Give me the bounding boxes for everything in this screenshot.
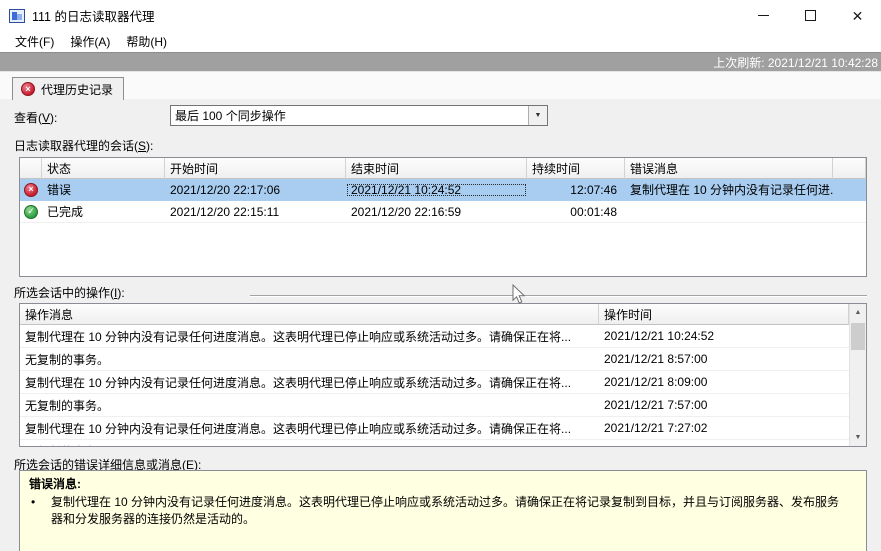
log-reader-agent-window: 111 的日志读取器代理 ✕ 文件(F) 操作(A) 帮助(H) 上次刷新: 2… [0,0,881,551]
close-icon: ✕ [851,7,864,24]
success-icon: ✓ [24,204,38,219]
column-header[interactable]: 开始时间 [165,158,346,179]
scroll-up-icon[interactable]: ▲ [850,304,866,321]
operations-header: 操作消息 操作时间 [20,304,866,325]
action-time: 2021/12/21 8:09:00 [604,375,708,389]
view-label: 查看(V): [14,111,58,125]
session-duration: 00:01:48 [570,204,617,219]
window-controls: ✕ [740,0,881,31]
sessions-table: 状态 开始时间 结束时间 持续时间 错误消息 × 错误 2021/12/20 22:17:0… [19,157,867,277]
session-duration: 12:07:46 [570,182,617,197]
sessions-header: 状态 开始时间 结束时间 持续时间 错误消息 [20,158,866,179]
session-start-time: 2021/12/20 22:15:11 [170,204,280,219]
action-time: 2021/12/21 7:27:02 [604,421,708,435]
maximize-icon [805,10,816,21]
operations-body: 复制代理在 10 分钟内没有记录任何进度消息。这表明代理已停止响应或系统活动过多… [20,325,866,447]
column-header[interactable] [833,158,866,179]
tab-strip [0,71,881,100]
action-message: 无复制的事务。 [20,443,599,447]
action-message: 无复制的事务。 [25,398,110,413]
action-time: 2021/12/21 10:24:52 [604,329,715,343]
view-combobox-value: 最后 100 个同步操作 [175,109,286,123]
window-title: 111 的日志读取器代理 [32,10,155,24]
scrollbar-thumb[interactable] [851,323,865,350]
status-icon-cell: ✓ [20,204,42,219]
operations-label: 所选会话中的操作(I): [14,286,125,300]
action-message: 复制代理在 10 分钟内没有记录任何进度消息。这表明代理已停止响应或系统活动过多… [25,329,572,344]
column-header[interactable]: 操作消息 [20,304,599,325]
column-header[interactable]: 持续时间 [527,158,625,179]
column-header[interactable]: 错误消息 [625,158,833,179]
list-item[interactable]: 无复制的事务。 2021/12/21 7:57:00 [20,394,866,417]
error-details-box: 错误消息: • 复制代理在 10 分钟内没有记录任何进度消息。这表明代理已停止响… [19,470,867,551]
list-item[interactable]: 复制代理在 10 分钟内没有记录任何进度消息。这表明代理已停止响应或系统活动过多… [20,371,866,394]
column-header[interactable]: 结束时间 [346,158,527,179]
status-icon-cell: × [20,182,42,197]
list-item[interactable]: 无复制的事务。2021/12/21 7:15:00 [20,440,866,447]
column-header[interactable]: 操作时间 [599,304,849,325]
refresh-status-bar: 上次刷新: 2021/12/21 10:42:28 [0,52,881,71]
action-time: 2021/12/21 7:57:00 [604,398,708,412]
session-status: 错误 [47,183,72,197]
view-combobox[interactable]: 最后 100 个同步操作 ▼ [170,105,548,126]
list-item[interactable]: 无复制的事务。 2021/12/21 8:57:00 [20,348,866,371]
session-error-message: 复制代理在 10 分钟内没有记录任何进... [630,183,833,197]
action-message: 复制代理在 10 分钟内没有记录任何进度消息。这表明代理已停止响应或系统活动过多… [25,375,572,390]
minimize-button[interactable] [740,0,787,31]
tab-agent-history[interactable]: × 代理历史记录 [12,77,125,100]
tab-label: 代理历史记录 [41,82,114,97]
close-button[interactable]: ✕ [834,0,881,31]
chevron-down-icon[interactable]: ▼ [528,106,547,125]
session-start-time: 2021/12/20 22:17:06 [170,182,281,197]
column-header[interactable]: 状态 [42,158,165,179]
error-message-heading: 错误消息: [29,477,81,491]
action-message: 复制代理在 10 分钟内没有记录任何进度消息。这表明代理已停止响应或系统活动过多… [25,421,572,436]
last-refresh-text: 上次刷新: 2021/12/21 10:42:28 [713,55,878,70]
session-status: 已完成 [47,205,84,219]
minimize-icon [758,15,769,16]
action-time: 2021/12/21 7:15:00 [599,444,849,446]
error-icon: × [24,182,38,197]
sessions-body: × 错误 2021/12/20 22:17:06 2021/12/21 10:24:5… [20,179,866,223]
error-circle-icon: × [21,82,35,96]
menu-help[interactable]: 帮助(H) [118,31,175,53]
table-row[interactable]: × 错误 2021/12/20 22:17:06 2021/12/21 10:24:5… [20,179,866,201]
pane-splitter[interactable] [250,295,867,297]
error-message-text: 复制代理在 10 分钟内没有记录任何进度消息。这表明代理已停止响应或系统活动过多… [51,495,840,526]
sessions-label: 日志读取器代理的会话(S): [14,139,154,153]
session-end-time: 2021/12/21 10:24:52 [346,183,527,197]
list-item[interactable]: 复制代理在 10 分钟内没有记录任何进度消息。这表明代理已停止响应或系统活动过多… [20,417,866,440]
action-time: 2021/12/21 8:57:00 [604,352,708,366]
bullet-icon: • [31,495,36,509]
menu-bar: 文件(F) 操作(A) 帮助(H) [0,31,881,52]
menu-action[interactable]: 操作(A) [62,31,118,53]
scroll-down-icon[interactable]: ▼ [850,429,866,446]
table-row[interactable]: ✓ 已完成 2021/12/20 22:15:11 2021/12/20 22:16:… [20,201,866,223]
session-end-time: 2021/12/20 22:16:59 [351,204,462,219]
column-header[interactable] [20,158,42,179]
menu-file[interactable]: 文件(F) [7,31,62,53]
operations-table: 操作消息 操作时间 复制代理在 10 分钟内没有记录任何进度消息。这表明代理已停止… [19,303,867,447]
list-item[interactable]: 复制代理在 10 分钟内没有记录任何进度消息。这表明代理已停止响应或系统活动过多… [20,325,866,348]
action-message: 无复制的事务。 [25,352,110,367]
vertical-scrollbar[interactable]: ▲ ▼ [849,304,866,446]
maximize-button[interactable] [787,0,834,31]
app-icon [9,8,25,23]
